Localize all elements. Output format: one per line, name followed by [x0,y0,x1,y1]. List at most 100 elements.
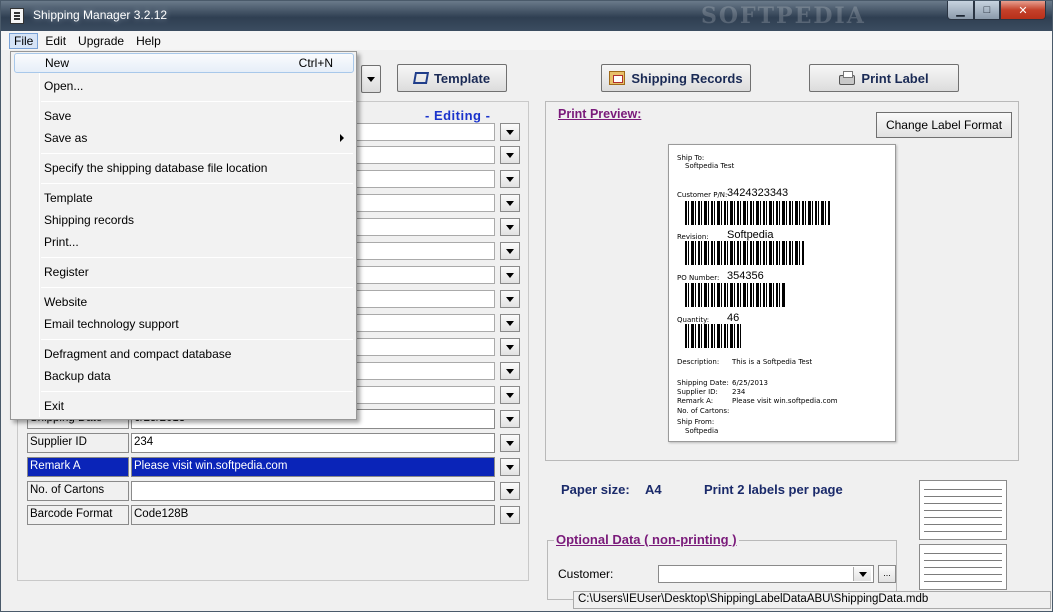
menu-help[interactable]: Help [131,33,166,49]
shipping-date-dropdown[interactable] [500,410,520,428]
menu-upgrade[interactable]: Upgrade [73,33,129,49]
menu-item-shipping-records[interactable]: Shipping records [44,210,354,230]
chevron-down-icon [506,248,514,254]
menu-separator [41,153,353,154]
menu-item-backup[interactable]: Backup data [44,366,354,386]
remark-a-input[interactable]: Please visit win.softpedia.com [131,457,495,477]
paper-size-label: Paper size: [561,482,630,497]
template-icon [412,72,429,84]
field-label: No. of Cartons [27,481,129,501]
app-icon[interactable] [10,8,24,24]
menu-separator [41,391,353,392]
menu-item-save-as[interactable]: Save as [44,128,354,148]
label-revision: Revision: [677,233,709,241]
minimize-button[interactable]: ▁ [947,1,974,20]
customer-select[interactable] [658,565,874,583]
menu-item-print[interactable]: Print... [44,232,354,252]
title-bar[interactable]: Shipping Manager 3.2.12 SOFTPEDIA ▁ □ ✕ [1,1,1052,31]
field-dropdown[interactable] [500,242,520,260]
layout-thumbnail[interactable] [919,480,1007,540]
label-remark-value: Please visit win.softpedia.com [732,397,838,405]
barcode-format-dropdown[interactable] [500,506,520,524]
supplier-id-input[interactable]: 234 [131,433,495,453]
chevron-down-icon [506,416,514,422]
label-po-value: 354356 [727,270,764,282]
cartons-input[interactable] [131,481,495,501]
chevron-down-icon [506,129,514,135]
label-supplier-value: 234 [732,388,746,396]
field-label: Remark A [27,457,129,477]
chevron-down-icon [506,296,514,302]
menu-item-template[interactable]: Template [44,188,354,208]
thumbnail-preview [924,549,1002,585]
menu-edit[interactable]: Edit [40,33,71,49]
label-ship-from-value: Softpedia [685,427,719,435]
change-label-format-button[interactable]: Change Label Format [876,112,1012,138]
menu-item-website[interactable]: Website [44,292,354,312]
field-dropdown[interactable] [500,170,520,188]
label-cartons: No. of Cartons: [677,407,730,415]
chevron-down-icon [367,76,375,82]
print-label-button[interactable]: Print Label [809,64,959,92]
barcode [685,241,805,265]
shipping-records-button[interactable]: Shipping Records [601,64,751,92]
field-dropdown[interactable] [500,386,520,404]
watermark: SOFTPEDIA [701,3,866,29]
label-customer-pn-value: 3424323343 [727,187,789,199]
labels-per-page: Print 2 labels per page [704,482,843,497]
label-preview: Ship To: Softpedia Test Customer P/N: 34… [668,144,896,442]
toolbar-dropdown-button[interactable] [361,65,381,93]
menu-bar: File Edit Upgrade Help [1,31,1052,50]
remark-a-dropdown[interactable] [500,458,520,476]
template-button[interactable]: Template [397,64,507,92]
menu-item-new[interactable]: New Ctrl+N [14,53,354,73]
customer-dropdown[interactable] [853,567,871,581]
field-dropdown[interactable] [500,266,520,284]
menu-item-shortcut: Ctrl+N [298,56,333,70]
menu-item-register[interactable]: Register [44,262,354,282]
chevron-down-icon [506,176,514,182]
field-dropdown[interactable] [500,362,520,380]
field-dropdown[interactable] [500,338,520,356]
label-quantity-value: 46 [727,312,740,324]
layout-thumbnail[interactable] [919,544,1007,590]
barcode-format-select[interactable]: Code128B [131,505,495,525]
menu-separator [41,183,353,184]
menu-item-open[interactable]: Open... [44,76,354,96]
maximize-button[interactable]: □ [974,1,1000,20]
field-dropdown[interactable] [500,290,520,308]
chevron-down-icon [506,464,514,470]
customer-label: Customer: [558,567,614,581]
chevron-down-icon [506,152,514,158]
menu-item-specify-db[interactable]: Specify the shipping database file locat… [44,158,354,178]
field-dropdown[interactable] [500,146,520,164]
print-preview-panel: Print Preview: Change Label Format Ship … [545,101,1019,461]
customer-browse-button[interactable]: ... [878,565,896,583]
menu-item-label: Save as [44,131,88,145]
menu-item-email-support[interactable]: Email technology support [44,314,354,334]
menu-separator [41,287,353,288]
barcode [685,201,831,225]
field-label: Barcode Format [27,505,129,525]
thumbnail-preview [924,485,1002,535]
label-ship-to-value: Softpedia Test [685,162,735,170]
label-description: Description: [677,358,720,366]
chevron-down-icon [506,320,514,326]
file-menu-dropdown: New Ctrl+N Open... Save Save as Specify … [10,51,357,420]
close-button[interactable]: ✕ [1000,1,1046,20]
menu-file[interactable]: File [9,32,39,49]
menu-item-defragment[interactable]: Defragment and compact database [44,344,354,364]
field-dropdown[interactable] [500,123,520,141]
supplier-id-dropdown[interactable] [500,434,520,452]
label-quantity: Quantity: [677,316,710,324]
cartons-dropdown[interactable] [500,482,520,500]
menu-item-save[interactable]: Save [44,106,354,126]
chevron-down-icon [858,571,867,577]
field-dropdown[interactable] [500,218,520,236]
editing-indicator: - Editing - [425,108,491,123]
field-dropdown[interactable] [500,314,520,332]
menu-separator [41,339,353,340]
field-dropdown[interactable] [500,194,520,212]
label-description-value: This is a Softpedia Test [732,358,813,366]
menu-item-exit[interactable]: Exit [44,396,354,416]
